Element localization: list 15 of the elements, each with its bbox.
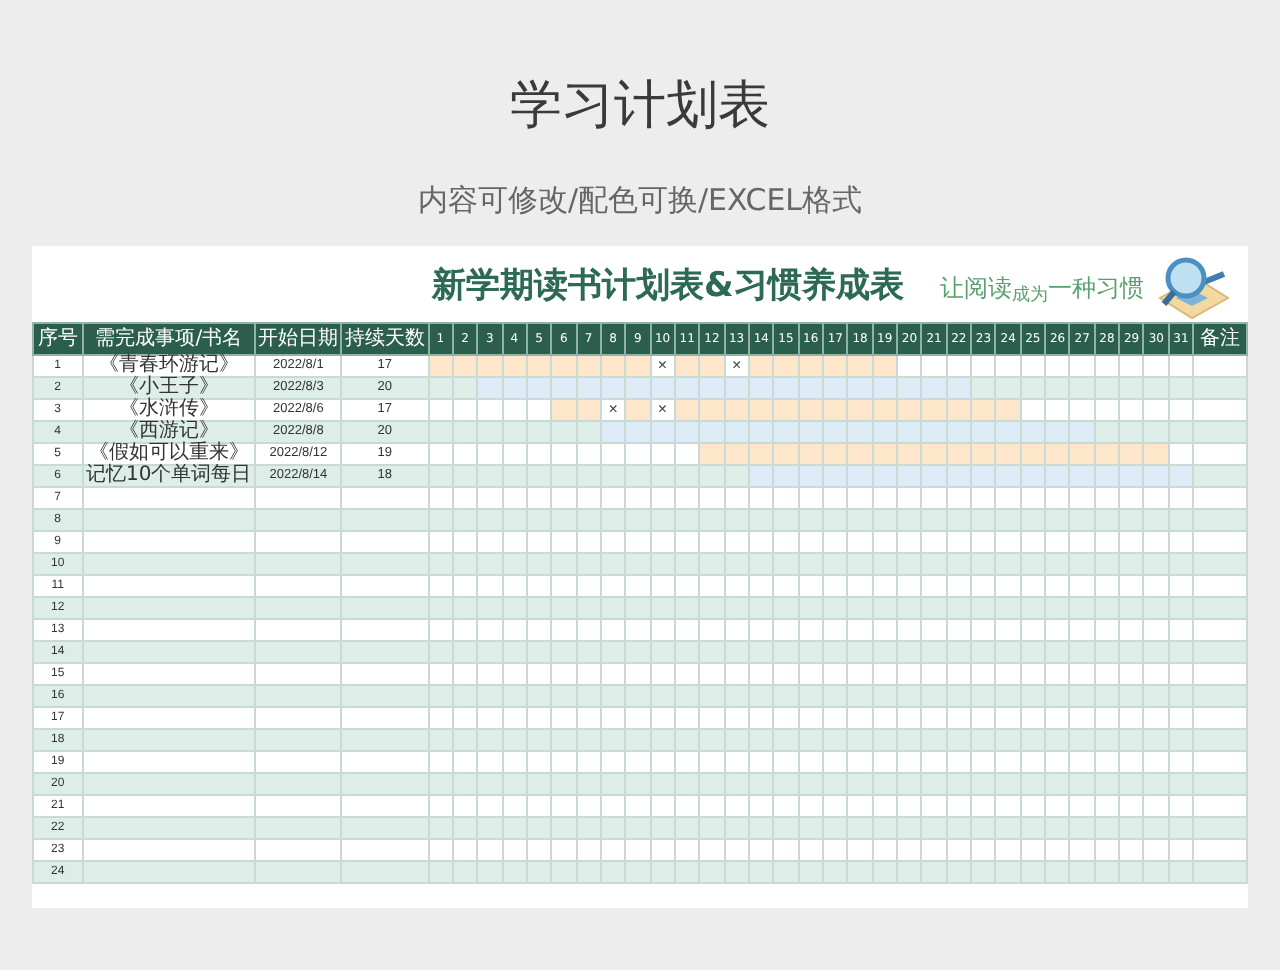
table-cell: 《小王子》 <box>82 377 256 399</box>
table-cell: 《假如可以重来》 <box>82 443 256 465</box>
column-header: 序号 <box>33 323 83 355</box>
tagline: 让阅读$_{成为}$一种习惯 <box>940 272 1144 306</box>
table-cell: 记忆10个单词每日 <box>82 465 256 487</box>
page-title: 学习计划表 <box>510 74 770 140</box>
column-header: 备注 <box>1193 323 1247 355</box>
column-header: 持续天数 <box>341 323 428 355</box>
table-cell: 《西游记》 <box>82 421 256 443</box>
column-header: 开始日期 <box>255 323 342 355</box>
page-subtitle: 内容可修改/配色可换/EXCEL格式 <box>417 180 863 220</box>
sheet-title: 新学期读书计划表&习惯养成表 <box>432 264 904 311</box>
table-cell: 《水浒传》 <box>82 399 256 421</box>
table-cell: 《青春环游记》 <box>82 355 256 377</box>
column-header: 需完成事项/书名 <box>82 323 256 355</box>
